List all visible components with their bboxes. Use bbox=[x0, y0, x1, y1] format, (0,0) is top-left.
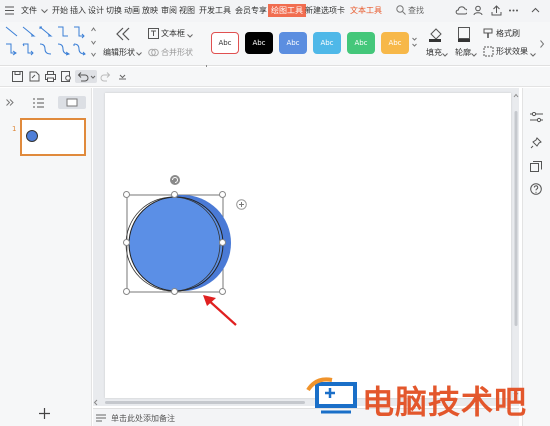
resize-handle-ne[interactable] bbox=[219, 191, 226, 198]
share-user-icon[interactable] bbox=[473, 5, 484, 16]
undo-button[interactable] bbox=[75, 70, 97, 83]
resize-handle-s[interactable] bbox=[171, 288, 178, 295]
resize-handle-n[interactable] bbox=[171, 191, 178, 198]
customize-toolbar-icon[interactable] bbox=[117, 71, 128, 82]
help-icon[interactable] bbox=[530, 183, 542, 197]
menu-animation[interactable]: 动画 bbox=[124, 5, 140, 16]
edit-shape-icon[interactable] bbox=[114, 26, 132, 44]
pin-icon[interactable] bbox=[530, 137, 542, 151]
format-painter-icon[interactable] bbox=[483, 28, 494, 41]
menu-review[interactable]: 审阅 bbox=[161, 5, 177, 16]
shape-effect-label[interactable]: 形状效果 bbox=[496, 46, 528, 57]
ribbon: 编辑形状 文本框 合并形状 Abc Abc Abc Abc Abc Abc 填充… bbox=[0, 22, 550, 69]
redo-icon[interactable] bbox=[100, 71, 111, 82]
ribbon-scroll-right-icon[interactable] bbox=[540, 40, 545, 50]
style-more-icon[interactable] bbox=[412, 36, 417, 52]
chevron-down-icon[interactable] bbox=[471, 50, 477, 59]
line-shapes-gallery[interactable] bbox=[4, 25, 88, 59]
textbox-label[interactable]: 文本框 bbox=[161, 28, 185, 39]
notes-placeholder[interactable]: 单击此处添加备注 bbox=[111, 413, 175, 424]
export-icon[interactable] bbox=[29, 71, 40, 82]
menu-design[interactable]: 设计 bbox=[88, 5, 104, 16]
textbox-icon[interactable] bbox=[148, 28, 159, 41]
shape-style-green[interactable]: Abc bbox=[347, 32, 375, 54]
shape-style-lightblue[interactable]: Abc bbox=[313, 32, 341, 54]
more-icon[interactable] bbox=[508, 5, 519, 16]
print-icon[interactable] bbox=[45, 71, 56, 82]
merge-shape-label: 合并形状 bbox=[161, 48, 193, 57]
print-preview-icon[interactable] bbox=[61, 71, 72, 82]
notes-icon bbox=[96, 414, 106, 424]
right-toolbar bbox=[522, 88, 550, 426]
shape-effect-icon[interactable] bbox=[483, 46, 494, 59]
watermark-text: 电脑技术吧 bbox=[362, 383, 528, 421]
annotation-arrow bbox=[203, 295, 237, 326]
menu-transition[interactable]: 切换 bbox=[106, 5, 122, 16]
quick-access-toolbar bbox=[0, 67, 550, 87]
shape-style-blue[interactable]: Abc bbox=[279, 32, 307, 54]
menu-home[interactable]: 开始 bbox=[52, 5, 68, 16]
slide-number: 1 bbox=[12, 125, 17, 133]
slide-thumbnail[interactable] bbox=[20, 118, 86, 156]
menu-file[interactable]: 文件 bbox=[21, 5, 37, 16]
chevron-down-icon[interactable] bbox=[530, 50, 536, 59]
save-icon[interactable] bbox=[12, 71, 23, 82]
menu-insert[interactable]: 插入 bbox=[70, 5, 86, 16]
resize-handle-nw[interactable] bbox=[123, 191, 130, 198]
chevron-down-icon[interactable] bbox=[41, 7, 48, 16]
menu-slideshow[interactable]: 放映 bbox=[142, 5, 158, 16]
quick-add-icon[interactable] bbox=[236, 199, 247, 212]
edit-shape-label[interactable]: 编辑形状 bbox=[103, 47, 135, 58]
format-painter-label[interactable]: 格式刷 bbox=[496, 28, 520, 39]
shape-style-orange[interactable]: Abc bbox=[381, 32, 409, 54]
search-label[interactable]: 查找 bbox=[408, 5, 424, 16]
hamburger-icon[interactable] bbox=[5, 6, 14, 15]
menu-view[interactable]: 视图 bbox=[179, 5, 195, 16]
fill-icon[interactable] bbox=[428, 26, 442, 44]
share-icon[interactable] bbox=[491, 5, 502, 16]
vertical-scrollbar[interactable] bbox=[513, 93, 519, 405]
gallery-scroll-icon[interactable] bbox=[91, 27, 96, 59]
menu-member[interactable]: 会员专享 bbox=[235, 5, 267, 16]
tab-text-tools[interactable]: 文本工具 bbox=[350, 5, 382, 16]
resize-handle-w[interactable] bbox=[123, 239, 130, 246]
search-icon[interactable] bbox=[396, 5, 406, 17]
resize-handle-e[interactable] bbox=[219, 239, 226, 246]
tab-drawing-tools[interactable]: 绘图工具 bbox=[268, 4, 306, 17]
menu-new-tab[interactable]: 新建选项卡 bbox=[305, 5, 345, 16]
collapse-panel-icon[interactable] bbox=[6, 99, 14, 108]
shape-style-white[interactable]: Abc bbox=[211, 32, 239, 54]
merge-shape-icon bbox=[148, 47, 159, 60]
chevron-down-icon[interactable] bbox=[442, 50, 448, 59]
add-slide-icon[interactable] bbox=[39, 408, 50, 421]
outline-view-icon[interactable] bbox=[33, 98, 44, 110]
fill-label[interactable]: 填充 bbox=[426, 47, 442, 58]
cloud-icon[interactable] bbox=[455, 5, 468, 16]
resize-handle-sw[interactable] bbox=[123, 288, 130, 295]
menu-bar: 文件 开始 插入 设计 切换 动画 放映 审阅 视图 开发工具 会员专享 绘图工… bbox=[0, 0, 550, 22]
shape-style-black[interactable]: Abc bbox=[245, 32, 273, 54]
slide-library-icon[interactable] bbox=[530, 161, 542, 175]
slide-view-button[interactable] bbox=[58, 96, 86, 109]
chevron-down-icon[interactable] bbox=[136, 49, 142, 58]
outline-icon[interactable] bbox=[457, 26, 471, 44]
watermark-logo bbox=[306, 377, 357, 414]
menu-developer[interactable]: 开发工具 bbox=[199, 5, 231, 16]
collapse-ribbon-icon[interactable] bbox=[530, 5, 541, 16]
chevron-down-icon[interactable] bbox=[187, 31, 193, 40]
properties-icon[interactable] bbox=[530, 111, 543, 125]
thumbnail-circle bbox=[26, 130, 38, 142]
outline-label[interactable]: 轮廓 bbox=[455, 47, 471, 58]
